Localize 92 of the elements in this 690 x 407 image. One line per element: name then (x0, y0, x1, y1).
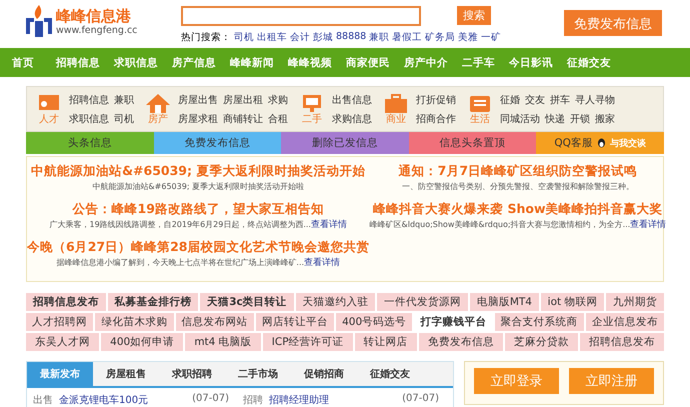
listing-type: 招聘 (243, 394, 263, 407)
hot-search-link[interactable]: 矿务局 (425, 31, 456, 44)
hot-search-link[interactable]: 会计 (290, 31, 310, 44)
listing-link[interactable]: 金派克锂电车100元 (59, 393, 186, 407)
partner-link[interactable]: 网店转让平台 (256, 313, 334, 331)
category-link[interactable]: 快递 (545, 112, 565, 126)
listing-link[interactable]: 招聘经理助理 (269, 393, 396, 407)
hot-search-link[interactable]: 彭城 (313, 31, 333, 44)
partner-link[interactable]: 企业信息发布 (586, 313, 664, 331)
news-summary: 中航能源加油站&#65039; 夏季大返利限时抽奖活动开始啦 (92, 181, 304, 193)
category-link[interactable]: 寻人寻物 (575, 92, 615, 106)
qq-service-tab[interactable]: QQ客服 与我交谈 (536, 132, 664, 154)
news-summary: 一、防空警报信号类别、分预先警报、空袭警报和解除警报三种。 (402, 181, 634, 193)
partner-link[interactable]: 东吴人才网 (26, 333, 100, 351)
partner-link[interactable]: iot 物联网 (540, 293, 604, 311)
partner-link[interactable]: 免费发布信息 (418, 333, 503, 351)
listing-type: 出售 (33, 394, 53, 407)
category-link[interactable]: 搬家 (595, 112, 615, 126)
site-name: 峰峰信息港 (56, 7, 132, 25)
color-tab[interactable]: 删除已发信息 (281, 132, 409, 154)
hot-search-label: 热门搜索： (181, 31, 231, 44)
listing-tab[interactable]: 房屋租售 (93, 362, 159, 386)
category-link[interactable]: 合租 (268, 112, 288, 126)
category-link[interactable]: 开锁 (570, 112, 590, 126)
partner-link[interactable]: 400如何申请 (101, 333, 184, 351)
category-label: 房产 (148, 114, 168, 126)
partner-link[interactable]: 招聘信息发布 (580, 333, 664, 351)
category-label: 人才 (39, 114, 59, 126)
category-link[interactable]: 商铺转让 (223, 112, 263, 126)
category-label: 商业 (386, 114, 406, 126)
hot-search-link[interactable]: 出租车 (257, 31, 287, 44)
news-summary: 据峰峰信息港小编了解到，今天晚上七点半将在世纪广场上演峰峰矿...查看详情 (56, 256, 340, 270)
partner-link[interactable]: 招聘信息发布 (26, 293, 106, 311)
color-tab[interactable]: 免费发布信息 (154, 132, 282, 154)
logo-icon (24, 4, 54, 40)
details-link[interactable]: 查看详情 (310, 220, 347, 230)
partner-link[interactable]: 私募基金排行榜 (108, 293, 198, 311)
category-link[interactable]: 求购信息 (332, 112, 372, 126)
details-link[interactable]: 查看详情 (304, 258, 340, 268)
partner-link[interactable]: 九州期货 (606, 293, 664, 311)
category-link[interactable]: 拼车 (550, 92, 570, 106)
category-link[interactable]: 同城活动 (500, 112, 540, 126)
listing-tab[interactable]: 征婚交友 (357, 362, 423, 386)
category-link[interactable]: 房屋出售 (178, 92, 218, 106)
partner-link[interactable]: 芝麻分贷款 (504, 333, 578, 351)
category-link[interactable]: 招聘信息 (69, 92, 109, 106)
hot-search-link[interactable]: 暑假工 (392, 31, 422, 44)
search-field[interactable] (181, 6, 421, 26)
hot-search-link[interactable]: 88888 (336, 31, 366, 44)
partner-link[interactable]: 400号码选号 (336, 313, 412, 331)
category-link[interactable]: 司机 (114, 112, 134, 126)
partner-link[interactable]: 天猫邀约入驻 (296, 293, 376, 311)
listing-date: (07-07) (192, 393, 229, 406)
listing-tab[interactable]: 促销招商 (291, 362, 357, 386)
penguin-icon (596, 138, 606, 148)
hot-search-link[interactable]: 司机 (234, 31, 254, 44)
category-link[interactable]: 交友 (525, 92, 545, 106)
category-link[interactable]: 征婚 (500, 92, 520, 106)
category-link[interactable]: 求购 (268, 92, 288, 106)
category-link[interactable]: 房屋求租 (178, 112, 218, 126)
category-label: 生活 (470, 114, 490, 126)
partner-link[interactable]: 信息发布网站 (176, 313, 254, 331)
partner-link[interactable]: 一件代发货源网 (377, 293, 468, 311)
hot-search-link[interactable]: 美雅 (458, 31, 478, 44)
partner-link[interactable]: mt4 电脑版 (185, 333, 261, 351)
partner-link[interactable]: 人才招聘网 (26, 313, 94, 331)
category-link[interactable]: 求职信息 (69, 112, 109, 126)
hot-search-link[interactable]: 兼职 (369, 31, 390, 44)
color-tab[interactable]: 头条信息 (26, 132, 154, 154)
news-summary: 峰峰矿区&ldquo;Show美峰峰&rdquo;抖音大赛与您激情相约，为全方...查看详情 (370, 218, 666, 232)
site-url: www.fengfeng.cc (56, 25, 138, 37)
listing-tab[interactable]: 求职招聘 (159, 362, 225, 386)
category-label: 二手 (302, 114, 322, 126)
category-link[interactable]: 兼职 (114, 92, 134, 106)
house-icon (144, 92, 172, 114)
news-summary: 广大乘客，19路线因线路调整，自2019年6月29日起，终点站调整为西...查看详情 (50, 218, 347, 232)
category-link[interactable]: 房屋出租 (223, 92, 263, 106)
briefcase-icon (382, 92, 410, 114)
listing-tab[interactable]: 二手市场 (225, 362, 291, 386)
partner-link[interactable]: ICP经营许可证 (262, 333, 353, 351)
details-link[interactable]: 查看详情 (630, 220, 666, 230)
category-link[interactable]: 打折促销 (416, 92, 456, 106)
category-link[interactable]: 出售信息 (332, 92, 372, 106)
hot-search-link[interactable]: 一矿 (481, 31, 502, 44)
listing-date: (07-07) (402, 393, 439, 406)
partner-link[interactable]: 聚合支付系统商 (494, 313, 584, 331)
category-link[interactable]: 招商合作 (416, 112, 456, 126)
partner-link[interactable]: 转让网店 (354, 333, 417, 351)
partner-link[interactable]: 天猫3c类目转让 (200, 293, 294, 311)
color-tab[interactable]: 信息头条置顶 (408, 132, 536, 154)
partner-link[interactable]: 绿化苗木求购 (95, 313, 174, 331)
partner-link[interactable]: 电脑版MT4 (470, 293, 539, 311)
